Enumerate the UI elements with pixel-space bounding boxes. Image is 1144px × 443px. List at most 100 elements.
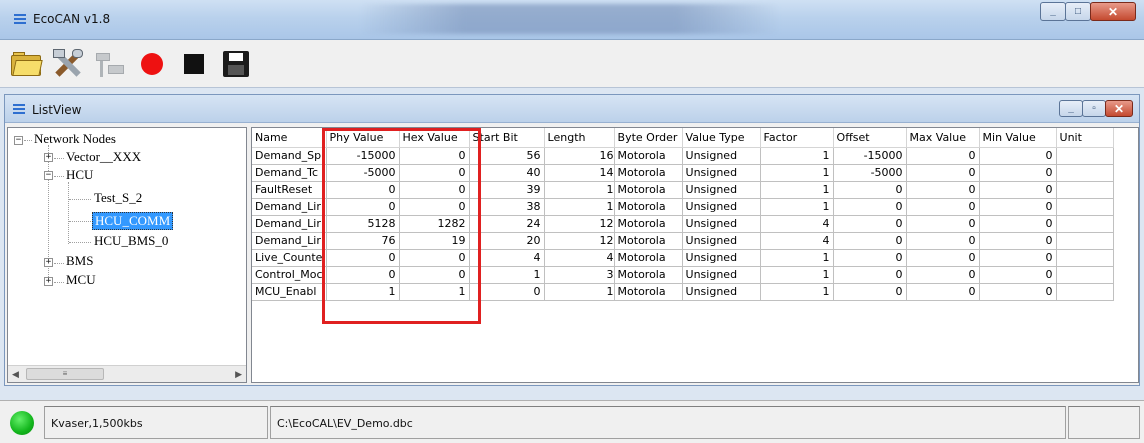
table-cell: Motorola (614, 283, 683, 301)
column-header[interactable]: Unit (1056, 128, 1114, 148)
table-row[interactable]: Control_Moc 0 0 1 3 Motorola Unsigned 1 0 0 0 (252, 266, 1114, 284)
table-row[interactable]: Demand_Lir 76 19 20 12 Motorola Unsigned 4 0 0 0 (252, 232, 1114, 250)
app-menu-icon[interactable] (14, 14, 26, 24)
table-cell: 0 (326, 198, 400, 216)
table-cell: 0 (833, 215, 907, 233)
table-cell: Motorola (614, 249, 683, 267)
column-header[interactable]: Name (252, 128, 327, 148)
expand-toggle-icon[interactable]: + (44, 258, 53, 267)
table-cell: 0 (833, 181, 907, 199)
listview-window: ListView _ ▫ ✕ − Network Nodes + Vector_… (4, 94, 1140, 386)
collapse-toggle-icon[interactable]: − (44, 171, 53, 180)
table-cell: 39 (469, 181, 545, 199)
table-cell: 38 (469, 198, 545, 216)
table-row[interactable]: Demand_Lir 5128 1282 24 12 Motorola Unsigned 4 0… (252, 215, 1114, 233)
table-cell: 76 (326, 232, 400, 250)
table-cell: 4 (544, 249, 615, 267)
status-panel-file: C:\EcoCAL\EV_Demo.dbc (270, 406, 1066, 439)
table-cell: 0 (906, 283, 980, 301)
table-cell: Unsigned (682, 198, 761, 216)
minimize-button[interactable]: _ (1040, 2, 1066, 21)
record-button[interactable] (132, 44, 172, 84)
listview-restore-button[interactable]: ▫ (1082, 100, 1106, 117)
tree-node-hcu[interactable]: HCU (66, 167, 93, 183)
table-cell: Motorola (614, 198, 683, 216)
column-header[interactable]: Start Bit (469, 128, 545, 148)
table-cell: -5000 (326, 164, 400, 182)
listview-close-button[interactable]: ✕ (1105, 100, 1133, 117)
expand-toggle-icon[interactable]: + (44, 277, 53, 286)
table-row[interactable]: Live_Counte 0 0 4 4 Motorola Unsigned 1 0 0 0 (252, 249, 1114, 267)
close-button[interactable]: ✕ (1090, 2, 1136, 21)
column-header[interactable]: Phy Value (326, 128, 400, 148)
table-cell: 1 (760, 164, 834, 182)
connection-text: Kvaser,1,500kbs (51, 417, 143, 430)
maximize-icon: □ (1074, 5, 1082, 17)
table-cell: 0 (979, 181, 1057, 199)
table-row[interactable]: Demand_Tc -5000 0 40 14 Motorola Unsigned 1 -500… (252, 164, 1114, 182)
column-header[interactable]: Hex Value (399, 128, 470, 148)
column-header[interactable]: Value Type (682, 128, 761, 148)
collapse-toggle-icon[interactable]: − (14, 136, 23, 145)
table-cell: 40 (469, 164, 545, 182)
close-icon: ✕ (1113, 101, 1125, 116)
table-cell: 4 (760, 232, 834, 250)
column-header[interactable]: Offset (833, 128, 907, 148)
table-cell: 0 (833, 266, 907, 284)
tree-node-mcu[interactable]: MCU (66, 272, 96, 288)
column-header[interactable]: Byte Order (614, 128, 683, 148)
minimize-icon: _ (1050, 5, 1056, 17)
listview-menu-icon[interactable] (13, 104, 25, 114)
column-header[interactable]: Length (544, 128, 615, 148)
scrollbar-thumb[interactable]: ≡ (26, 368, 104, 380)
table-cell: Demand_Sp (252, 147, 327, 165)
empty-row (252, 300, 1113, 317)
scroll-left-icon[interactable]: ◀ (12, 369, 19, 380)
tree-node-hcu-comm[interactable]: HCU_COMM (92, 212, 174, 230)
table-cell: FaultReset (252, 181, 327, 199)
tree-node-network-nodes[interactable]: Network Nodes (34, 131, 116, 147)
empty-row (252, 368, 1113, 382)
table-cell: 0 (906, 215, 980, 233)
stop-icon (184, 53, 204, 74)
table-cell: Demand_Tc (252, 164, 327, 182)
table-row[interactable]: Demand_Sp -15000 0 56 16 Motorola Unsigned 1 -15… (252, 147, 1114, 165)
table-cell: Unsigned (682, 249, 761, 267)
table-cell (1056, 215, 1114, 233)
expand-toggle-icon[interactable]: + (44, 153, 53, 162)
table-cell: 1 (544, 181, 615, 199)
tree-node-vector-xxx[interactable]: Vector__XXX (66, 149, 141, 165)
connect-button[interactable] (90, 44, 130, 84)
table-row[interactable]: Demand_Lir 0 0 38 1 Motorola Unsigned 1 0 0 0 (252, 198, 1114, 216)
signal-table: Name Phy Value Hex Value Start Bit Lengt… (252, 128, 1114, 382)
tree-node-test-s-2[interactable]: Test_S_2 (94, 190, 142, 206)
table-cell: Motorola (614, 232, 683, 250)
table-cell: 14 (544, 164, 615, 182)
tree-node-bms[interactable]: BMS (66, 253, 93, 269)
table-cell: Demand_Lir (252, 232, 327, 250)
network-tree[interactable]: − Network Nodes + Vector__XXX − HCU Test… (7, 127, 247, 383)
table-cell: -15000 (833, 147, 907, 165)
table-cell: 16 (544, 147, 615, 165)
table-cell: 1 (760, 266, 834, 284)
maximize-button[interactable]: □ (1065, 2, 1091, 21)
tools-button[interactable] (48, 44, 88, 84)
table-row[interactable]: FaultReset 0 0 39 1 Motorola Unsigned 1 0 0 0 (252, 181, 1114, 199)
table-cell: 0 (906, 181, 980, 199)
scroll-right-icon[interactable]: ▶ (235, 369, 242, 380)
table-row[interactable]: MCU_Enabl 1 1 0 1 Motorola Unsigned 1 0 0 0 (252, 283, 1114, 301)
listview-minimize-button[interactable]: _ (1059, 100, 1083, 117)
save-button[interactable] (216, 44, 256, 84)
table-cell (1056, 181, 1114, 199)
column-header[interactable]: Factor (760, 128, 834, 148)
open-button[interactable] (6, 44, 46, 84)
stop-button[interactable] (174, 44, 214, 84)
status-bar: Kvaser,1,500kbs C:\EcoCAL\EV_Demo.dbc (0, 400, 1144, 443)
empty-row (252, 334, 1113, 351)
tree-horizontal-scrollbar[interactable]: ◀ ≡ ▶ (8, 365, 246, 382)
signal-grid[interactable]: Name Phy Value Hex Value Start Bit Lengt… (251, 127, 1139, 383)
table-cell (1056, 198, 1114, 216)
column-header[interactable]: Max Value (906, 128, 980, 148)
column-header[interactable]: Min Value (979, 128, 1057, 148)
tree-node-hcu-bms[interactable]: HCU_BMS_0 (94, 233, 168, 249)
